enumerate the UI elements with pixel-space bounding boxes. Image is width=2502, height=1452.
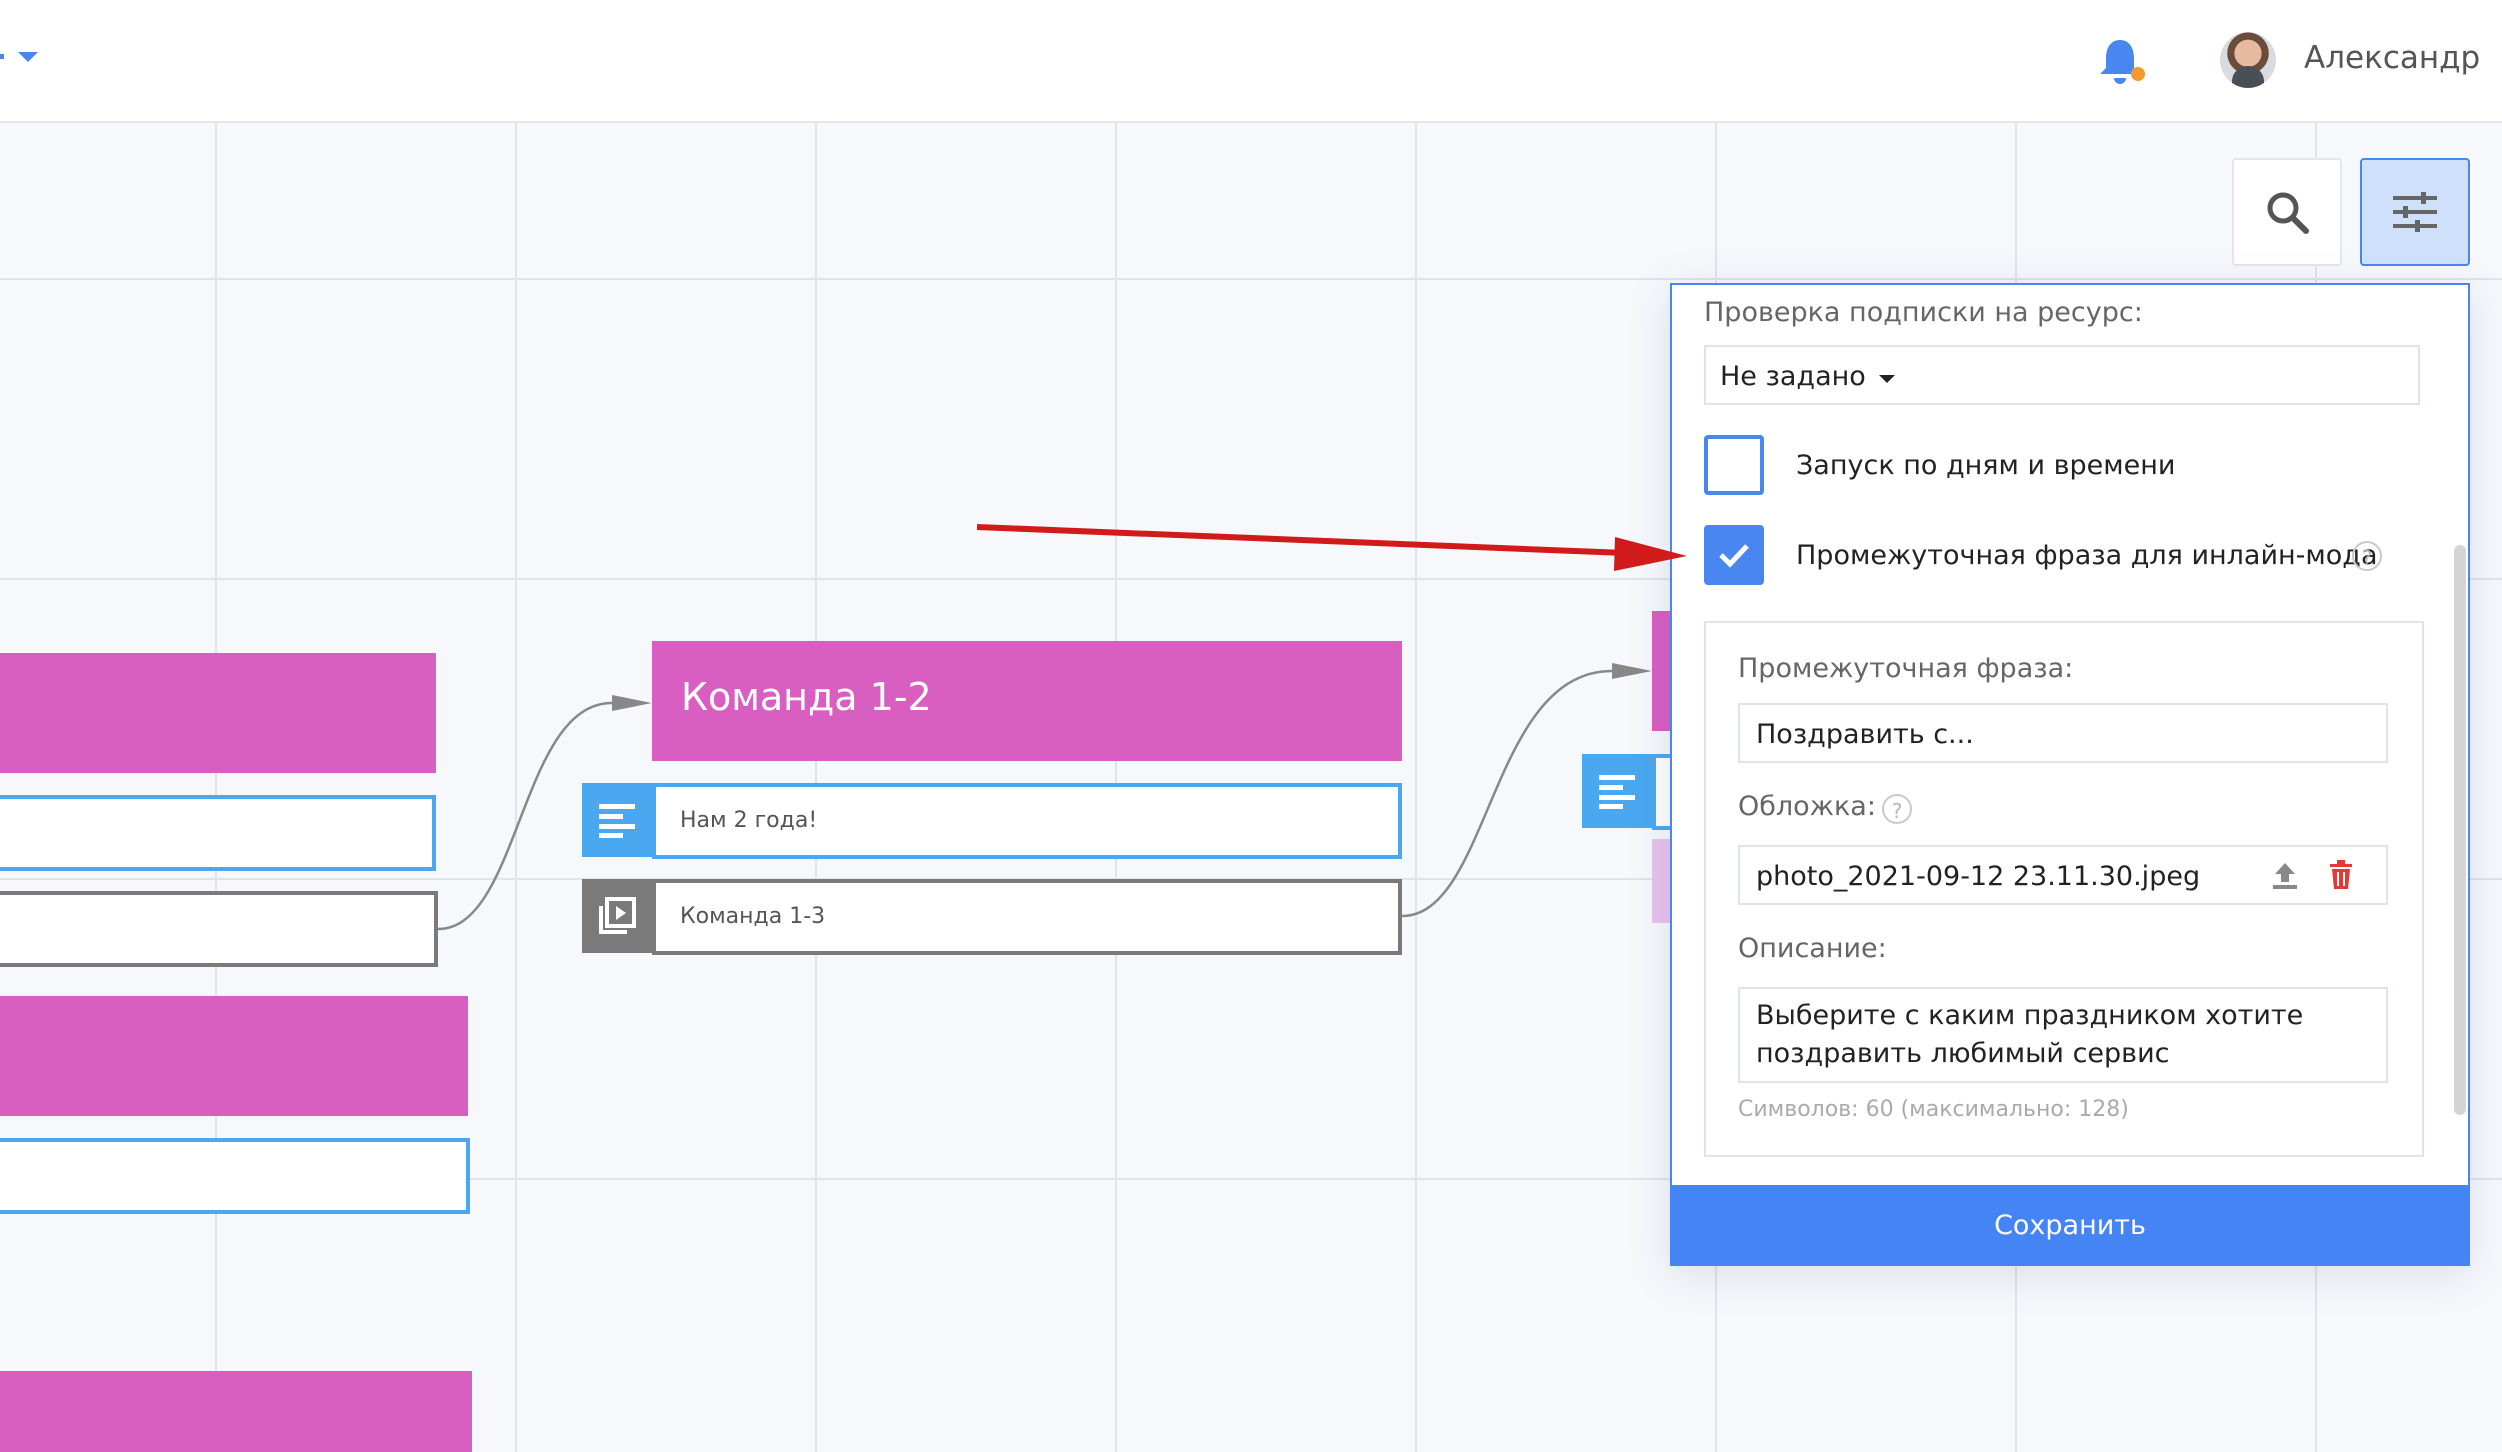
command-row-tag — [582, 879, 652, 953]
description-textarea[interactable]: Выберите с каким праздником хотите поздр… — [1738, 987, 2388, 1083]
settings-panel: Проверка подписки на ресурс: Не задано З… — [1670, 283, 2470, 1266]
command-icon — [599, 897, 636, 934]
description-label-text: Описание: — [1738, 933, 1887, 964]
schedule-checkbox[interactable] — [1704, 435, 1764, 495]
help-icon[interactable]: ? — [2352, 541, 2382, 571]
command-block[interactable]: Команда 1-2 — [652, 641, 1402, 761]
text-row-tag — [582, 783, 652, 857]
text-lines-icon — [1599, 775, 1635, 809]
user-name[interactable]: Александр — [2304, 40, 2480, 76]
bell-icon[interactable] — [2098, 36, 2146, 88]
search-button[interactable] — [2232, 158, 2342, 266]
text-row-label: Нам 2 года! — [680, 808, 818, 833]
command-row[interactable]: Команда 1-3 — [652, 879, 1402, 955]
chevron-down-icon[interactable] — [0, 48, 40, 68]
sliders-icon — [2393, 192, 2437, 232]
top-bar: Александр — [0, 0, 2502, 123]
cover-field[interactable]: photo_2021-09-12 23.11.30.jpeg — [1738, 845, 2388, 905]
cover-filename: photo_2021-09-12 23.11.30.jpeg — [1756, 861, 2201, 892]
trash-icon[interactable] — [2328, 860, 2354, 890]
panel-scrollbar[interactable] — [2454, 545, 2466, 1115]
inline-settings-box: Промежуточная фраза: Поздравить с... Обл… — [1704, 621, 2424, 1157]
save-button[interactable]: Сохранить — [1670, 1185, 2470, 1266]
subscription-select[interactable]: Не задано — [1704, 345, 2420, 405]
text-row-tag — [1582, 754, 1652, 828]
inline-phrase-checkbox[interactable] — [1704, 525, 1764, 585]
upload-icon[interactable] — [2270, 861, 2300, 891]
inline-phrase-label[interactable]: Промежуточная фраза для инлайн-мода — [1796, 540, 2378, 571]
help-icon[interactable]: ? — [1882, 794, 1912, 824]
char-counter: Символов: 60 (максимально: 128) — [1738, 1097, 2129, 1122]
subscription-label: Проверка подписки на ресурс: — [1704, 297, 2143, 328]
phrase-label: Промежуточная фраза: — [1738, 653, 2074, 684]
schedule-label[interactable]: Запуск по дням и времени — [1796, 450, 2175, 481]
partial-block — [1652, 839, 1672, 923]
search-icon — [2267, 192, 2309, 234]
chevron-down-icon — [1879, 375, 1896, 383]
cover-label: Обложка: — [1738, 791, 1876, 822]
avatar[interactable] — [2220, 32, 2276, 88]
command-title: Команда 1-2 — [681, 675, 932, 719]
text-row[interactable]: Нам 2 года! — [652, 783, 1402, 859]
settings-toggle-button[interactable] — [2360, 158, 2470, 266]
checkmark-icon — [1719, 544, 1749, 568]
text-lines-icon — [599, 804, 635, 838]
command-row-label: Команда 1-3 — [680, 904, 826, 929]
arrow-icon — [976, 524, 1687, 571]
subscription-value: Не задано — [1720, 361, 1866, 392]
phrase-input[interactable]: Поздравить с... — [1738, 703, 2388, 763]
